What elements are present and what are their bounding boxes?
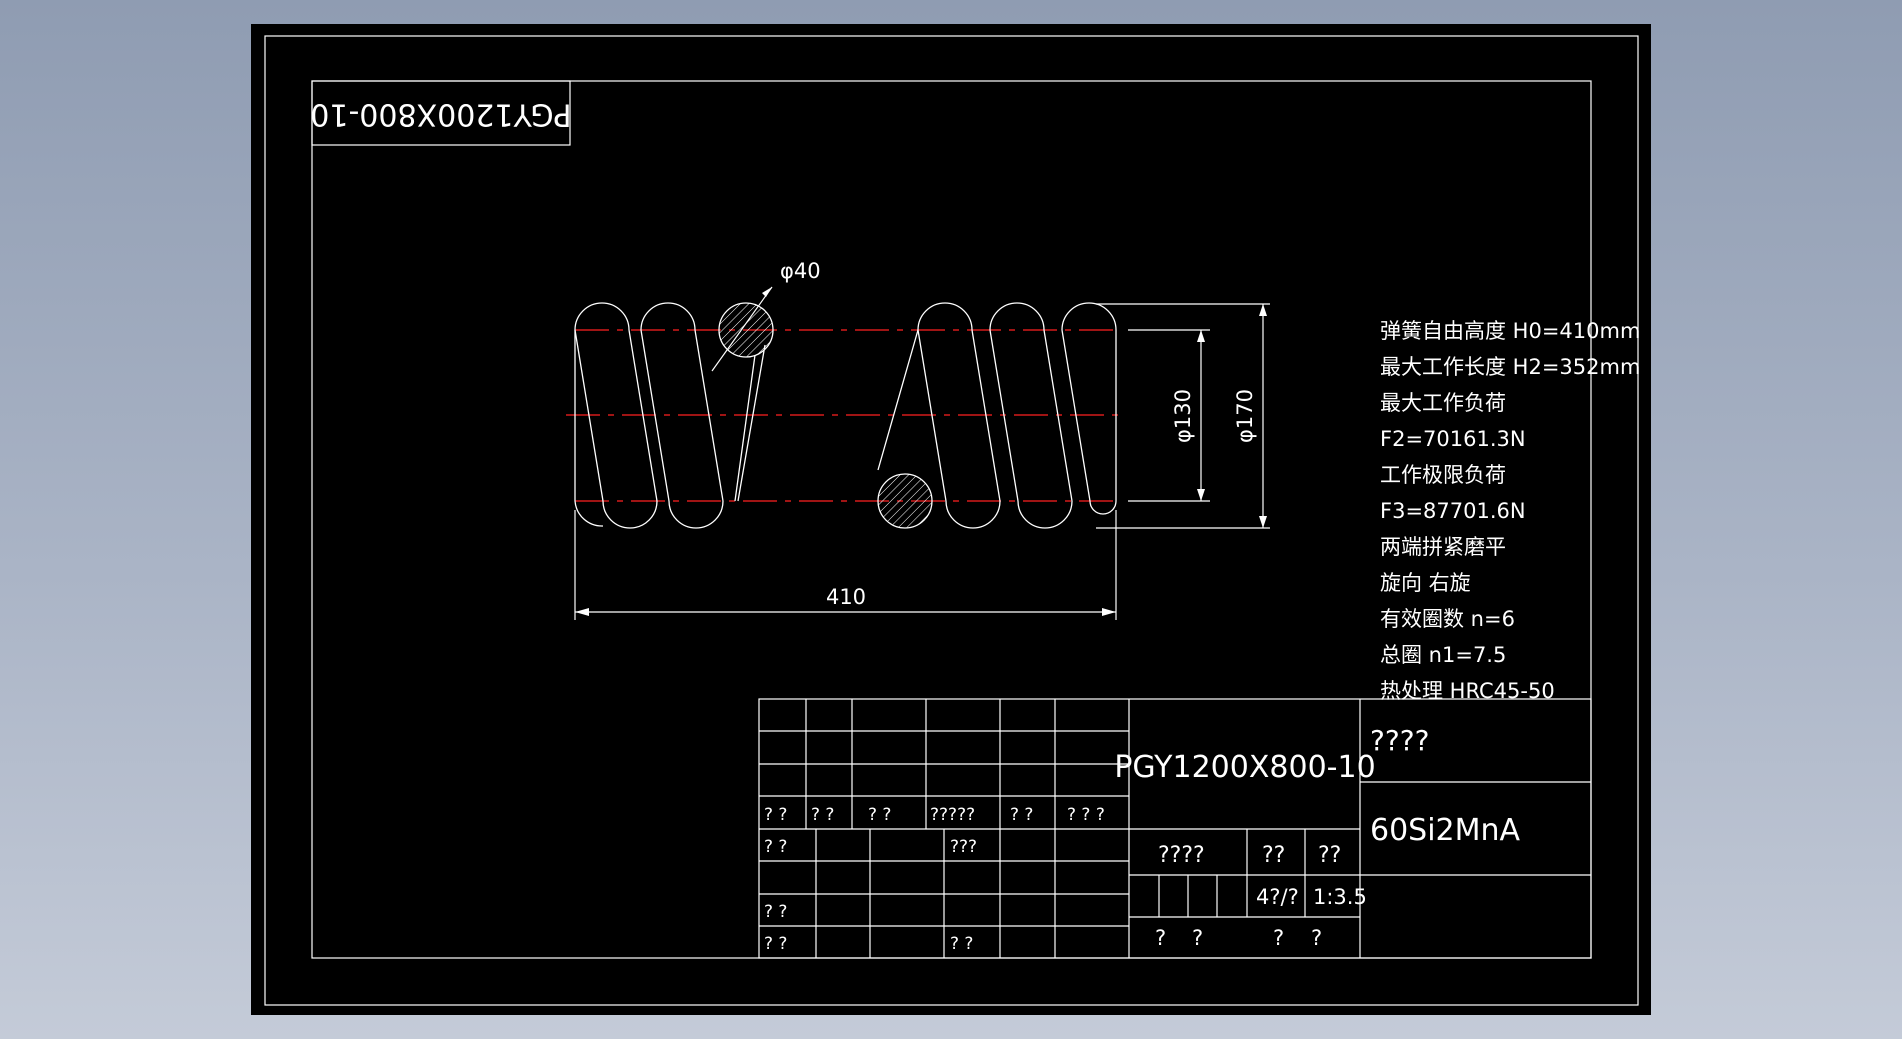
outer-dia-label: φ170: [1233, 389, 1257, 443]
inner-dia-label: φ130: [1171, 389, 1195, 443]
sheet-value: 4?/?: [1256, 885, 1299, 909]
revision-header: ? ?: [811, 805, 834, 825]
sign-mid: ???: [950, 837, 977, 857]
drawing-number: PGY1200X800-10: [1114, 750, 1375, 785]
weight-label: ??: [1262, 843, 1285, 868]
spec-line: F3=87701.6N: [1380, 499, 1526, 523]
stage-label: ????: [1158, 843, 1205, 868]
spec-line: 工作极限负荷: [1380, 463, 1506, 487]
spec-line: 最大工作长度 H2=352mm: [1380, 355, 1640, 379]
spec-line: 两端拼紧磨平: [1380, 535, 1506, 559]
length-label: 410: [826, 585, 866, 609]
spec-line: 有效圈数 n=6: [1380, 607, 1515, 631]
material: 60Si2MnA: [1370, 813, 1521, 848]
sign-label: ? ?: [764, 902, 787, 922]
cad-drawing: PGY1200X800-10 φ40 φ130 φ170 410 弹簧自由高度 …: [251, 24, 1651, 1015]
spec-line: 弹簧自由高度 H0=410mm: [1380, 319, 1640, 343]
footer-mark: ?: [1273, 926, 1284, 950]
sign-mid: ? ?: [950, 934, 973, 954]
revision-header: ? ?: [1010, 805, 1033, 825]
revision-header: ?????: [930, 805, 975, 825]
scale-label: ??: [1318, 843, 1341, 868]
spec-line: F2=70161.3N: [1380, 427, 1526, 451]
footer-mark: ?: [1155, 926, 1166, 950]
spec-line: 旋向 右旋: [1380, 571, 1471, 595]
footer-mark: ?: [1311, 926, 1322, 950]
revision-header: ? ?: [868, 805, 891, 825]
part-name: ????: [1370, 724, 1429, 757]
wire-section-bottom: [877, 473, 933, 529]
spec-line: 总圈 n1=7.5: [1380, 643, 1506, 667]
sign-label: ? ?: [764, 837, 787, 857]
footer-mark: ?: [1192, 926, 1203, 950]
scale-value: 1:3.5: [1313, 885, 1367, 909]
wire-dia-label: φ40: [780, 259, 821, 283]
rotated-title: PGY1200X800-10: [310, 97, 571, 132]
sign-label: ? ?: [764, 934, 787, 954]
spec-line: 最大工作负荷: [1380, 391, 1506, 415]
revision-header: ? ? ?: [1067, 805, 1105, 825]
revision-header: ? ?: [764, 805, 787, 825]
